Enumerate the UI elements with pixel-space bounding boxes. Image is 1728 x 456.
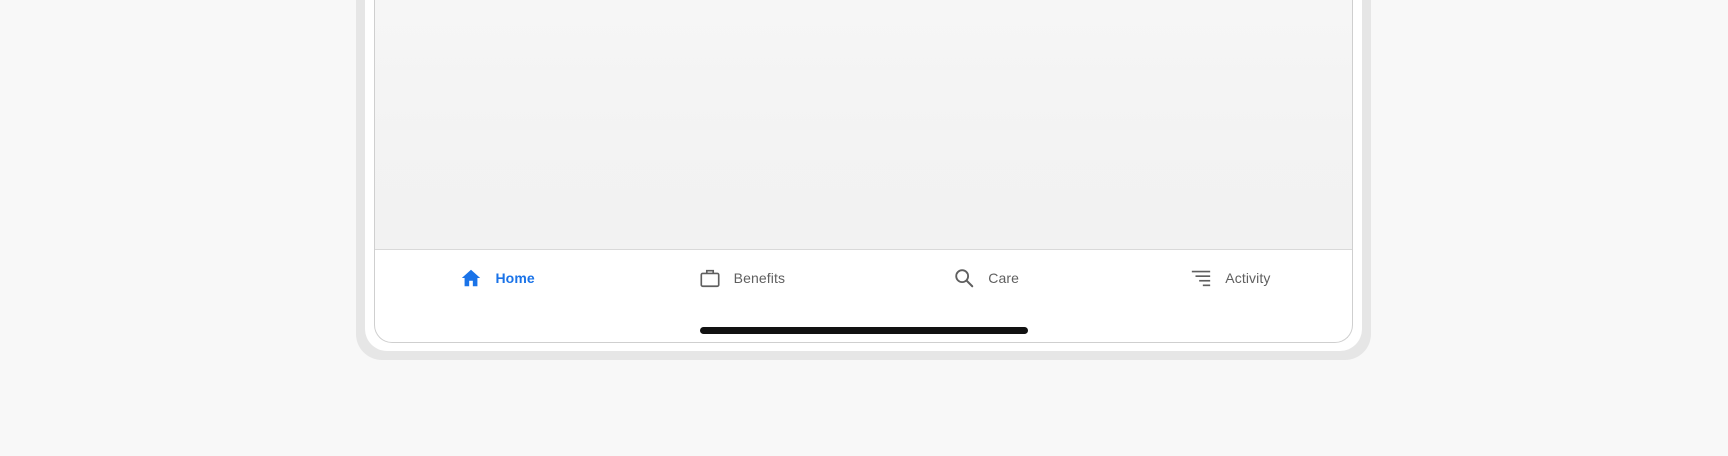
home-icon: [459, 266, 483, 290]
main-content-area: [375, 0, 1352, 250]
list-icon: [1189, 266, 1213, 290]
device-frame: Home Benefits Care Activity: [365, 0, 1362, 351]
tab-home[interactable]: Home: [375, 250, 619, 306]
tab-care-label: Care: [988, 270, 1019, 286]
tab-care[interactable]: Care: [864, 250, 1108, 306]
tab-benefits[interactable]: Benefits: [619, 250, 863, 306]
app-screen: Home Benefits Care Activity: [374, 0, 1353, 343]
tab-benefits-label: Benefits: [733, 270, 786, 286]
device-bezel: Home Benefits Care Activity: [356, 0, 1371, 360]
page-background: Home Benefits Care Activity: [0, 0, 1728, 456]
home-indicator-bar: [699, 327, 1028, 334]
search-icon: [952, 266, 976, 290]
bottom-tab-bar: Home Benefits Care Activity: [375, 250, 1352, 306]
tab-activity[interactable]: Activity: [1108, 250, 1352, 306]
tab-activity-label: Activity: [1225, 270, 1271, 286]
briefcase-icon: [698, 266, 722, 290]
tab-home-label: Home: [495, 270, 535, 286]
